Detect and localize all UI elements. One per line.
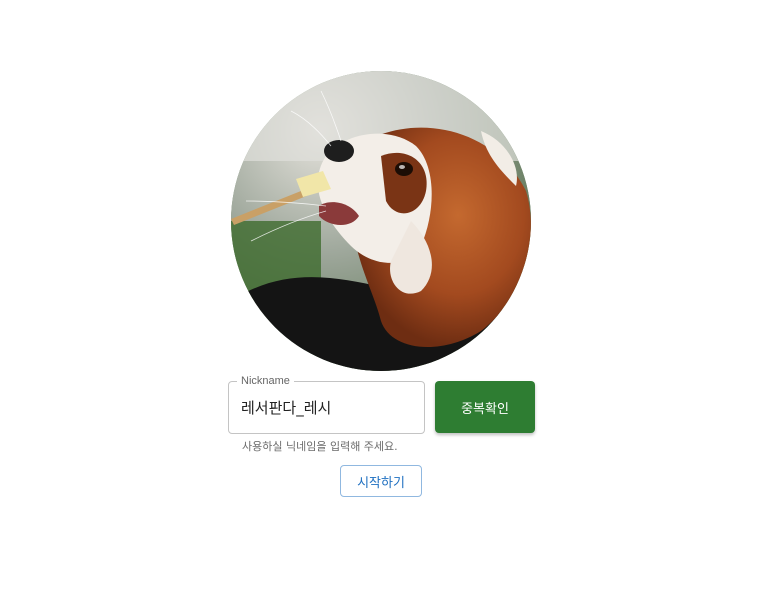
start-button[interactable]: 시작하기: [340, 465, 422, 497]
nickname-setup-page: Nickname 사용하실 닉네임을 입력해 주세요. 중복확인 시작하기: [0, 0, 766, 593]
nickname-field: Nickname: [228, 374, 425, 434]
nickname-helper-text: 사용하실 닉네임을 입력해 주세요.: [242, 440, 398, 453]
red-panda-image: [231, 71, 531, 371]
check-duplicate-button[interactable]: 중복확인: [435, 381, 535, 433]
nickname-input[interactable]: [241, 382, 416, 433]
profile-avatar: [231, 71, 531, 371]
